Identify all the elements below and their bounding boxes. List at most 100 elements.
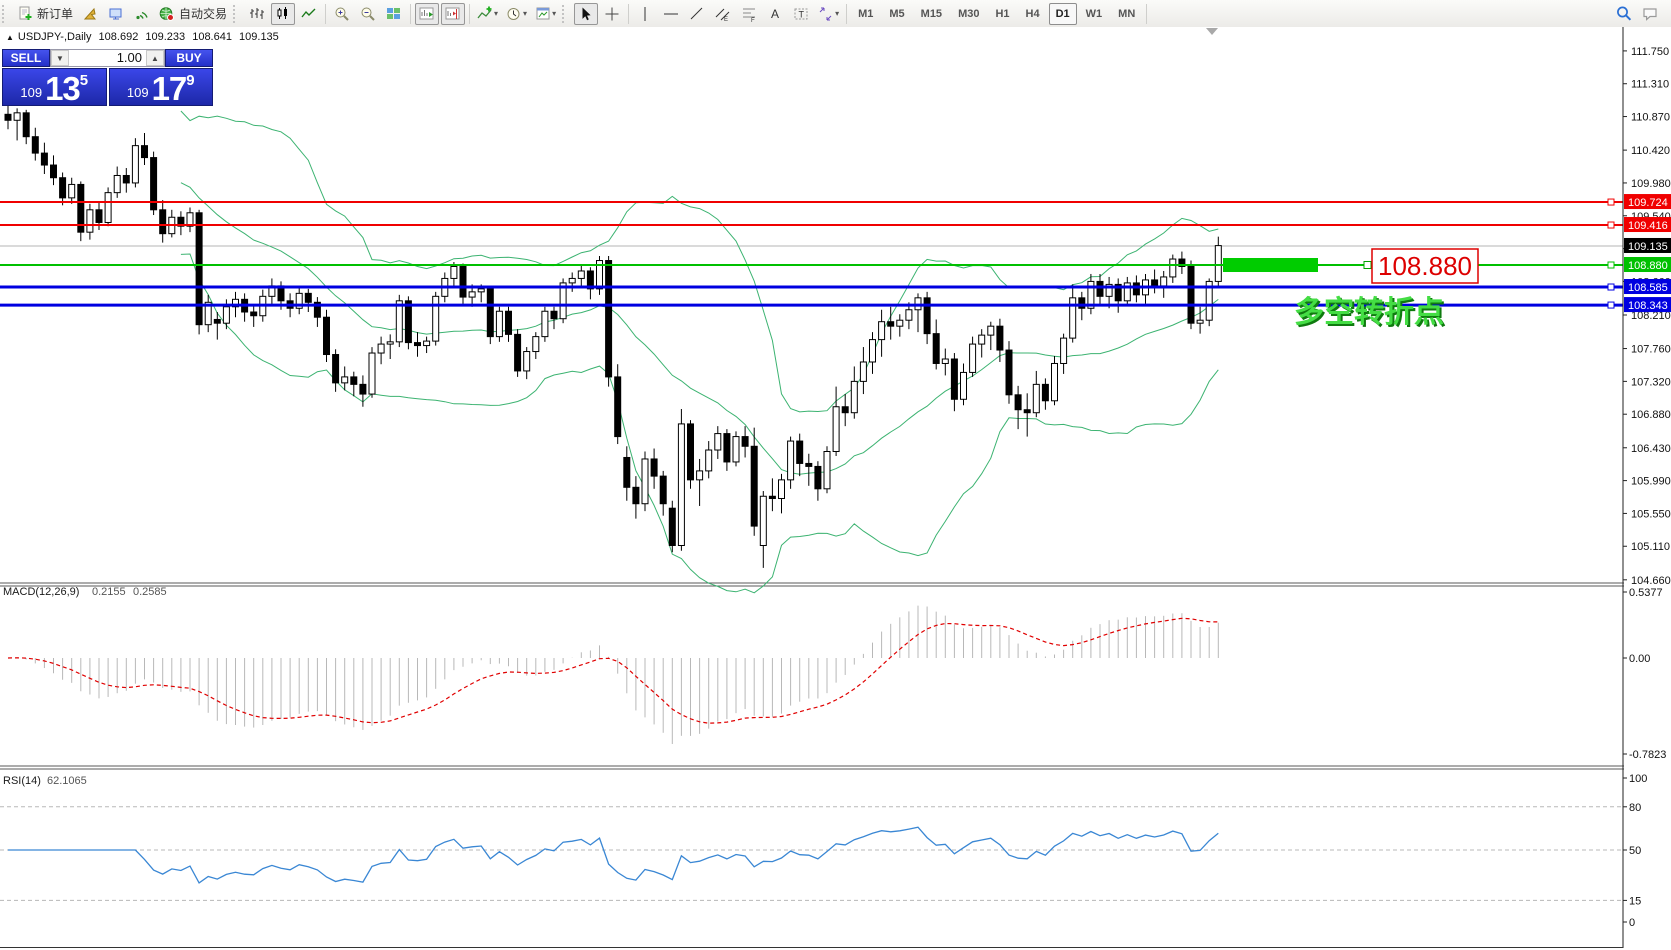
rsi-axis-label: 100: [1629, 773, 1647, 785]
templates-dropdown-arrow[interactable]: ▾: [552, 9, 556, 18]
sell-price-main: 13: [45, 72, 80, 105]
zoom-in-button[interactable]: [330, 3, 354, 25]
macd-axis-label: 0.5377: [1629, 587, 1663, 599]
new-order-label: 新订单: [37, 5, 73, 22]
svg-text:109.724: 109.724: [1628, 197, 1668, 209]
volume-spinner: ▼ 1.00 ▲: [50, 49, 165, 67]
volume-input[interactable]: 1.00: [69, 50, 146, 66]
vertical-line-tool-button[interactable]: [633, 3, 657, 25]
rsi-axis-label: 15: [1629, 895, 1641, 907]
arrows-tool-button[interactable]: ▾: [815, 3, 842, 25]
chart-shift-button[interactable]: [441, 3, 465, 25]
zoom-out-button[interactable]: [356, 3, 380, 25]
period-button-m1[interactable]: M1: [851, 3, 880, 25]
buy-price-prefix: 109: [127, 85, 149, 100]
one-click-expand-icon[interactable]: ▲: [6, 33, 14, 42]
level-highlight-bar[interactable]: [1223, 258, 1318, 272]
toolbar-grip[interactable]: [2, 5, 11, 23]
svg-text:E: E: [724, 17, 728, 22]
rsi-value: 62.1065: [47, 775, 87, 787]
crosshair-tool-button[interactable]: [600, 3, 624, 25]
svg-text:108.585: 108.585: [1628, 282, 1668, 294]
text-tool-button[interactable]: A: [763, 3, 787, 25]
buy-price-pip: 9: [186, 72, 194, 89]
channel-tool-button[interactable]: E: [711, 3, 735, 25]
new-order-icon: [17, 6, 33, 22]
auto-trading-button[interactable]: 自动交易: [156, 3, 230, 25]
horizontal-line-tool-button[interactable]: [659, 3, 683, 25]
buy-button[interactable]: BUY: [165, 49, 213, 67]
period-button-m5[interactable]: M5: [882, 3, 911, 25]
main-price-pane: [0, 27, 1671, 950]
chart-window[interactable]: 111.750111.310110.870110.420109.980109.5…: [0, 27, 1671, 950]
svg-text:109.416: 109.416: [1628, 220, 1668, 232]
toolbar-grip[interactable]: [233, 5, 242, 23]
chart-canvas[interactable]: 111.750111.310110.870110.420109.980109.5…: [0, 27, 1671, 950]
svg-text:F: F: [751, 18, 755, 22]
period-button-h1[interactable]: H1: [988, 3, 1016, 25]
period-button-w1[interactable]: W1: [1079, 3, 1110, 25]
ohlc-open: 108.692: [99, 31, 139, 43]
volume-increase-button[interactable]: ▲: [146, 50, 164, 66]
svg-text:109.135: 109.135: [1628, 241, 1668, 253]
period-button-mn[interactable]: MN: [1111, 3, 1142, 25]
cursor-tool-button[interactable]: [574, 3, 598, 25]
period-button-m15[interactable]: M15: [914, 3, 949, 25]
ohlc-close: 109.135: [239, 31, 279, 43]
terminal-button[interactable]: [104, 3, 128, 25]
buy-price-tile[interactable]: 109 17 9: [109, 68, 214, 106]
indicators-dropdown-arrow[interactable]: ▾: [494, 9, 498, 18]
search-button[interactable]: [1612, 3, 1636, 25]
rsi-axis-label: 0: [1629, 917, 1635, 929]
svg-text:108.343: 108.343: [1628, 300, 1668, 312]
price-callout-text: 108.880: [1378, 251, 1472, 281]
macd-value-1: 0.2155: [92, 586, 126, 598]
price-tick-label: 111.310: [1631, 79, 1669, 91]
period-button-h4[interactable]: H4: [1019, 3, 1047, 25]
text-label-tool-button[interactable]: T: [789, 3, 813, 25]
price-tick-label: 106.430: [1631, 443, 1671, 455]
period-button-d1[interactable]: D1: [1049, 3, 1077, 25]
macd-axis-label: -0.7823: [1629, 749, 1666, 761]
chat-button[interactable]: [1638, 3, 1662, 25]
macd-value-2: 0.2585: [133, 586, 167, 598]
chart-background: [0, 27, 1671, 950]
periods-button[interactable]: ▾: [503, 3, 530, 25]
toolbar-grip[interactable]: [562, 5, 571, 23]
price-tick-label: 107.320: [1631, 376, 1671, 388]
new-order-button[interactable]: 新订单: [14, 3, 76, 25]
price-axis: 111.750111.310110.870110.420109.980109.5…: [1623, 27, 1671, 950]
signals-button[interactable]: [130, 3, 154, 25]
price-tick-label: 105.550: [1631, 508, 1671, 520]
trendline-tool-button[interactable]: [685, 3, 709, 25]
rsi-axis-label: 50: [1629, 845, 1641, 857]
price-tick-label: 109.980: [1631, 178, 1671, 190]
sell-price-tile[interactable]: 109 13 5: [2, 68, 107, 106]
charts-arrow-button[interactable]: [78, 3, 102, 25]
templates-button[interactable]: ▾: [532, 3, 559, 25]
tile-windows-button[interactable]: [382, 3, 406, 25]
sell-price-pip: 5: [80, 72, 88, 89]
sell-button[interactable]: SELL: [2, 49, 50, 67]
macd-axis-label: 0.00: [1629, 653, 1650, 665]
arrows-dropdown-arrow[interactable]: ▾: [835, 9, 839, 18]
bar-chart-button[interactable]: [245, 3, 269, 25]
indicators-button[interactable]: ▾: [474, 3, 501, 25]
periods-dropdown-arrow[interactable]: ▾: [523, 9, 527, 18]
price-tick-label: 105.990: [1631, 476, 1671, 488]
callout-anchor-marker: [1364, 262, 1371, 269]
svg-text:A: A: [771, 7, 779, 21]
period-button-m30[interactable]: M30: [951, 3, 986, 25]
line-chart-button[interactable]: [297, 3, 321, 25]
buy-price-main: 17: [152, 72, 187, 105]
candlestick-chart-button[interactable]: [271, 3, 295, 25]
price-tick-label: 111.750: [1631, 46, 1669, 58]
fibonacci-tool-button[interactable]: F: [737, 3, 761, 25]
price-tick-label: 106.880: [1631, 409, 1671, 421]
mt4-terminal: 新订单 自动交易 ▾ ▾ ▾ E F A T ▾: [0, 0, 1671, 950]
volume-decrease-button[interactable]: ▼: [51, 50, 69, 66]
auto-trading-label: 自动交易: [179, 5, 227, 22]
annotation-text[interactable]: 多空转折点: [1294, 296, 1444, 329]
auto-scroll-button[interactable]: [415, 3, 439, 25]
price-tick-label: 110.870: [1631, 112, 1670, 124]
